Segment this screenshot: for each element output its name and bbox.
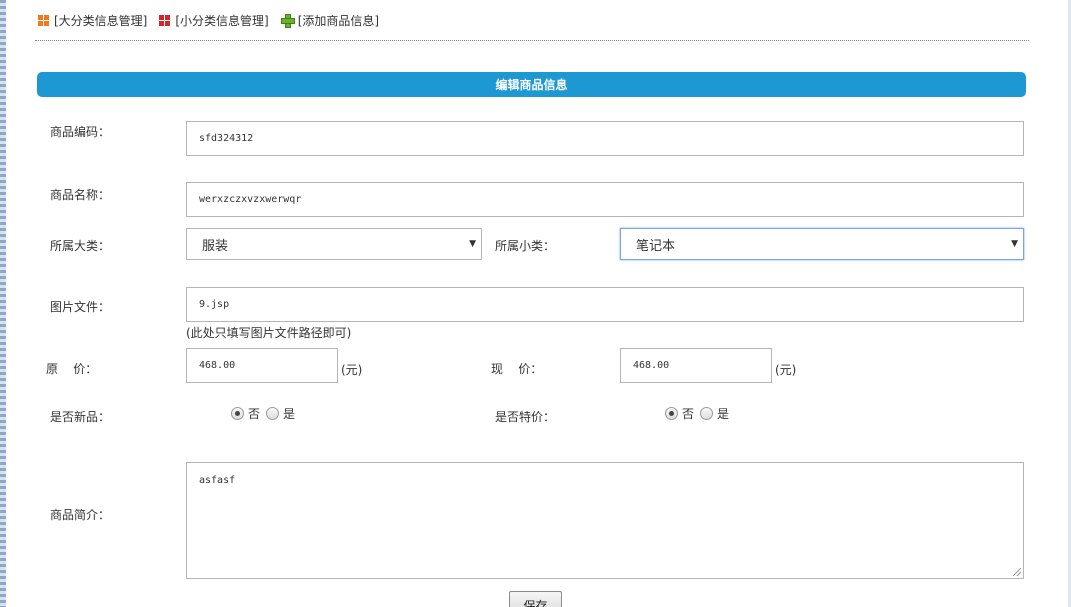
nav-link-label: [大分类信息管理] <box>54 13 148 28</box>
description-textarea[interactable]: asfasf <box>186 462 1024 579</box>
form-title: 编辑商品信息 <box>37 72 1026 97</box>
category-select[interactable]: 服装 ▼ <box>186 228 482 260</box>
category-select-value: 服装 <box>202 238 229 254</box>
nav-link-category-manage[interactable]: [大分类信息管理] <box>38 12 147 29</box>
is-special-radio-group: 否 是 <box>665 405 735 422</box>
nav-link-add-product[interactable]: [添加商品信息] <box>280 12 380 29</box>
category-label: 所属大类： <box>50 239 111 253</box>
is-new-no-label: 否 <box>248 407 261 421</box>
nav-link-label: [小分类信息管理] <box>175 13 269 28</box>
description-text: asfasf <box>199 475 236 486</box>
is-new-radio-group: 否 是 <box>231 405 301 422</box>
original-price-unit: (元) <box>341 363 363 377</box>
frame-left-edge <box>0 0 6 607</box>
description-label: 商品简介： <box>50 508 111 522</box>
current-price-input[interactable]: 468.00 <box>620 348 772 383</box>
code-input[interactable]: sfd324312 <box>186 121 1024 156</box>
resize-grip-icon[interactable] <box>1013 568 1021 576</box>
nav-divider <box>35 40 1029 41</box>
is-special-yes-radio[interactable] <box>700 407 714 420</box>
grid-red-icon <box>159 14 171 26</box>
name-input[interactable]: werxzczxvzxwerwqr <box>186 182 1024 217</box>
plus-green-icon <box>280 14 295 28</box>
is-new-no-radio[interactable] <box>231 407 244 420</box>
is-special-label: 是否特价： <box>495 410 556 424</box>
image-label: 图片文件： <box>50 300 111 314</box>
save-button[interactable]: 保存 <box>509 591 562 607</box>
subcategory-select-value: 笔记本 <box>636 238 676 254</box>
image-hint: (此处只填写图片文件路径即可) <box>186 326 352 340</box>
original-price-label: 原 价： <box>46 362 98 376</box>
nav-link-label: [添加商品信息] <box>297 13 380 28</box>
current-price-unit: (元) <box>775 363 797 377</box>
is-special-yes-label: 是 <box>717 407 730 421</box>
subcategory-label: 所属小类： <box>495 239 556 253</box>
is-new-label: 是否新品： <box>50 410 111 424</box>
code-label: 商品编码： <box>50 125 111 139</box>
current-price-label: 现 价： <box>491 362 543 376</box>
is-special-no-radio[interactable] <box>665 407 678 420</box>
original-price-input[interactable]: 468.00 <box>186 348 338 383</box>
is-new-yes-radio[interactable] <box>266 407 280 420</box>
dropdown-arrow-icon: ▼ <box>469 239 476 249</box>
is-new-yes-label: 是 <box>283 407 296 421</box>
subcategory-select[interactable]: 笔记本 ▼ <box>620 228 1024 260</box>
top-nav: [大分类信息管理] [小分类信息管理] [添加商品信息] <box>38 10 379 30</box>
image-input[interactable]: 9.jsp <box>186 287 1024 322</box>
nav-link-subcategory-manage[interactable]: [小分类信息管理] <box>159 12 269 29</box>
is-special-no-label: 否 <box>682 407 695 421</box>
grid-orange-icon <box>38 14 49 26</box>
dropdown-arrow-icon: ▼ <box>1011 239 1018 249</box>
name-label: 商品名称： <box>50 188 111 202</box>
